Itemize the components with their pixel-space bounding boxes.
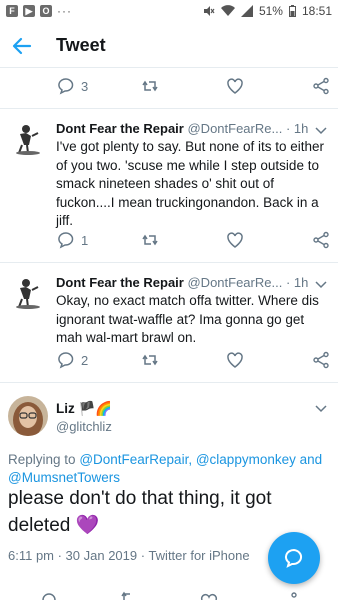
reply-button[interactable]: 3 (57, 77, 88, 95)
share-button[interactable] (312, 77, 330, 95)
retweet-icon (142, 80, 158, 92)
facebook-notification-icon: F (6, 5, 18, 17)
heart-icon (227, 352, 243, 368)
outlook-notification-icon: O (40, 5, 52, 17)
heart-icon[interactable] (200, 590, 218, 600)
reply-icon (58, 232, 74, 249)
user-avatar[interactable] (10, 274, 46, 310)
retweet-button[interactable] (141, 231, 159, 249)
chevron-down-icon[interactable] (314, 123, 328, 137)
divider (0, 262, 338, 263)
tweet-text: Okay, no exact match offa twitter. Where… (56, 293, 319, 345)
tweet[interactable]: Dont Fear the Repair @DontFearRe... · 1h… (0, 110, 338, 260)
clock: 18:51 (301, 4, 332, 18)
reply-count: 1 (81, 232, 89, 248)
user-avatar[interactable] (10, 120, 46, 156)
signal-icon (240, 5, 253, 17)
share-button[interactable] (312, 231, 330, 249)
retweet-icon (142, 234, 158, 246)
share-button[interactable] (312, 351, 330, 369)
mute-icon (203, 6, 215, 16)
divider (0, 382, 338, 383)
compose-reply-button[interactable] (268, 532, 320, 584)
speech-bubble-icon (284, 548, 303, 568)
main-tweet-actions (0, 588, 338, 600)
author-name-row: Liz 🏴🌈 (56, 401, 112, 417)
share-icon (313, 351, 329, 369)
divider (0, 108, 338, 109)
retweet-icon (142, 354, 158, 366)
author-handle[interactable]: @DontFearRe... (187, 121, 282, 136)
author-name[interactable]: Dont Fear the Repair (56, 275, 184, 290)
reply-mention[interactable]: @DontFearRepair, (79, 452, 192, 467)
chevron-down-icon[interactable] (314, 277, 328, 291)
heart-icon (227, 78, 243, 94)
top-bar: Tweet (0, 24, 338, 68)
reply-icon (58, 352, 74, 369)
like-button[interactable] (226, 351, 244, 369)
retweet-icon[interactable] (120, 590, 138, 600)
battery-percent: 51% (258, 4, 283, 18)
flag-emojis: 🏴🌈 (78, 401, 113, 416)
reply-count: 3 (81, 78, 89, 94)
replying-to: Replying to @DontFearRepair, @clappymonk… (8, 451, 328, 487)
reply-button[interactable]: 1 (57, 231, 88, 249)
tweet-actions: 2 (0, 346, 338, 374)
tweet-time: · 1h (285, 121, 309, 136)
author-handle[interactable]: @glitchliz (56, 419, 112, 434)
retweet-button[interactable] (141, 351, 159, 369)
tweet-actions: 3 (0, 72, 338, 100)
page-title: Tweet (56, 35, 106, 55)
tweet-actions: 1 (0, 226, 338, 254)
author-name[interactable]: Dont Fear the Repair (56, 121, 184, 136)
user-avatar[interactable] (8, 396, 48, 436)
retweet-button[interactable] (141, 77, 159, 95)
more-notifications-icon: ··· (57, 4, 72, 18)
tweet[interactable]: Dont Fear the Repair @DontFearRe... · 1h… (0, 264, 338, 379)
share-icon (313, 77, 329, 95)
tweet-time: · 1h (285, 275, 309, 290)
chevron-down-icon[interactable] (314, 401, 328, 415)
battery-icon (288, 5, 296, 17)
wifi-icon (220, 5, 235, 17)
reply-icon (58, 78, 74, 95)
author-name[interactable]: Liz (56, 401, 75, 416)
tweet-header: Dont Fear the Repair @DontFearRe... · 1h (56, 121, 308, 136)
reply-icon[interactable] (40, 590, 58, 600)
share-icon (313, 231, 329, 249)
reply-mention[interactable]: @MumsnetTowers (8, 470, 120, 485)
main-tweet-text: please don't do that thing, it got delet… (8, 488, 272, 536)
reply-mention[interactable]: @clappymonkey (196, 452, 296, 467)
status-bar: F ▶ O ··· 51% 18:51 (0, 0, 338, 24)
youtube-notification-icon: ▶ (23, 5, 35, 17)
like-button[interactable] (226, 77, 244, 95)
author-handle[interactable]: @DontFearRe... (187, 275, 282, 290)
share-icon[interactable] (280, 590, 298, 600)
heart-icon (227, 232, 243, 248)
like-button[interactable] (226, 231, 244, 249)
tweet-text: I've got plenty to say. But none of its … (56, 139, 324, 228)
tweet-metadata: 6:11 pm · 30 Jan 2019 · Twitter for iPho… (8, 548, 250, 563)
reply-conjunction: and (299, 452, 323, 467)
back-arrow-icon[interactable] (10, 34, 34, 58)
reply-button[interactable]: 2 (57, 351, 88, 369)
main-tweet-header: Liz 🏴🌈 @glitchliz (0, 384, 338, 448)
reply-count: 2 (81, 352, 89, 368)
tweet-header: Dont Fear the Repair @DontFearRe... · 1h (56, 275, 308, 290)
replying-prefix: Replying to (8, 452, 76, 467)
